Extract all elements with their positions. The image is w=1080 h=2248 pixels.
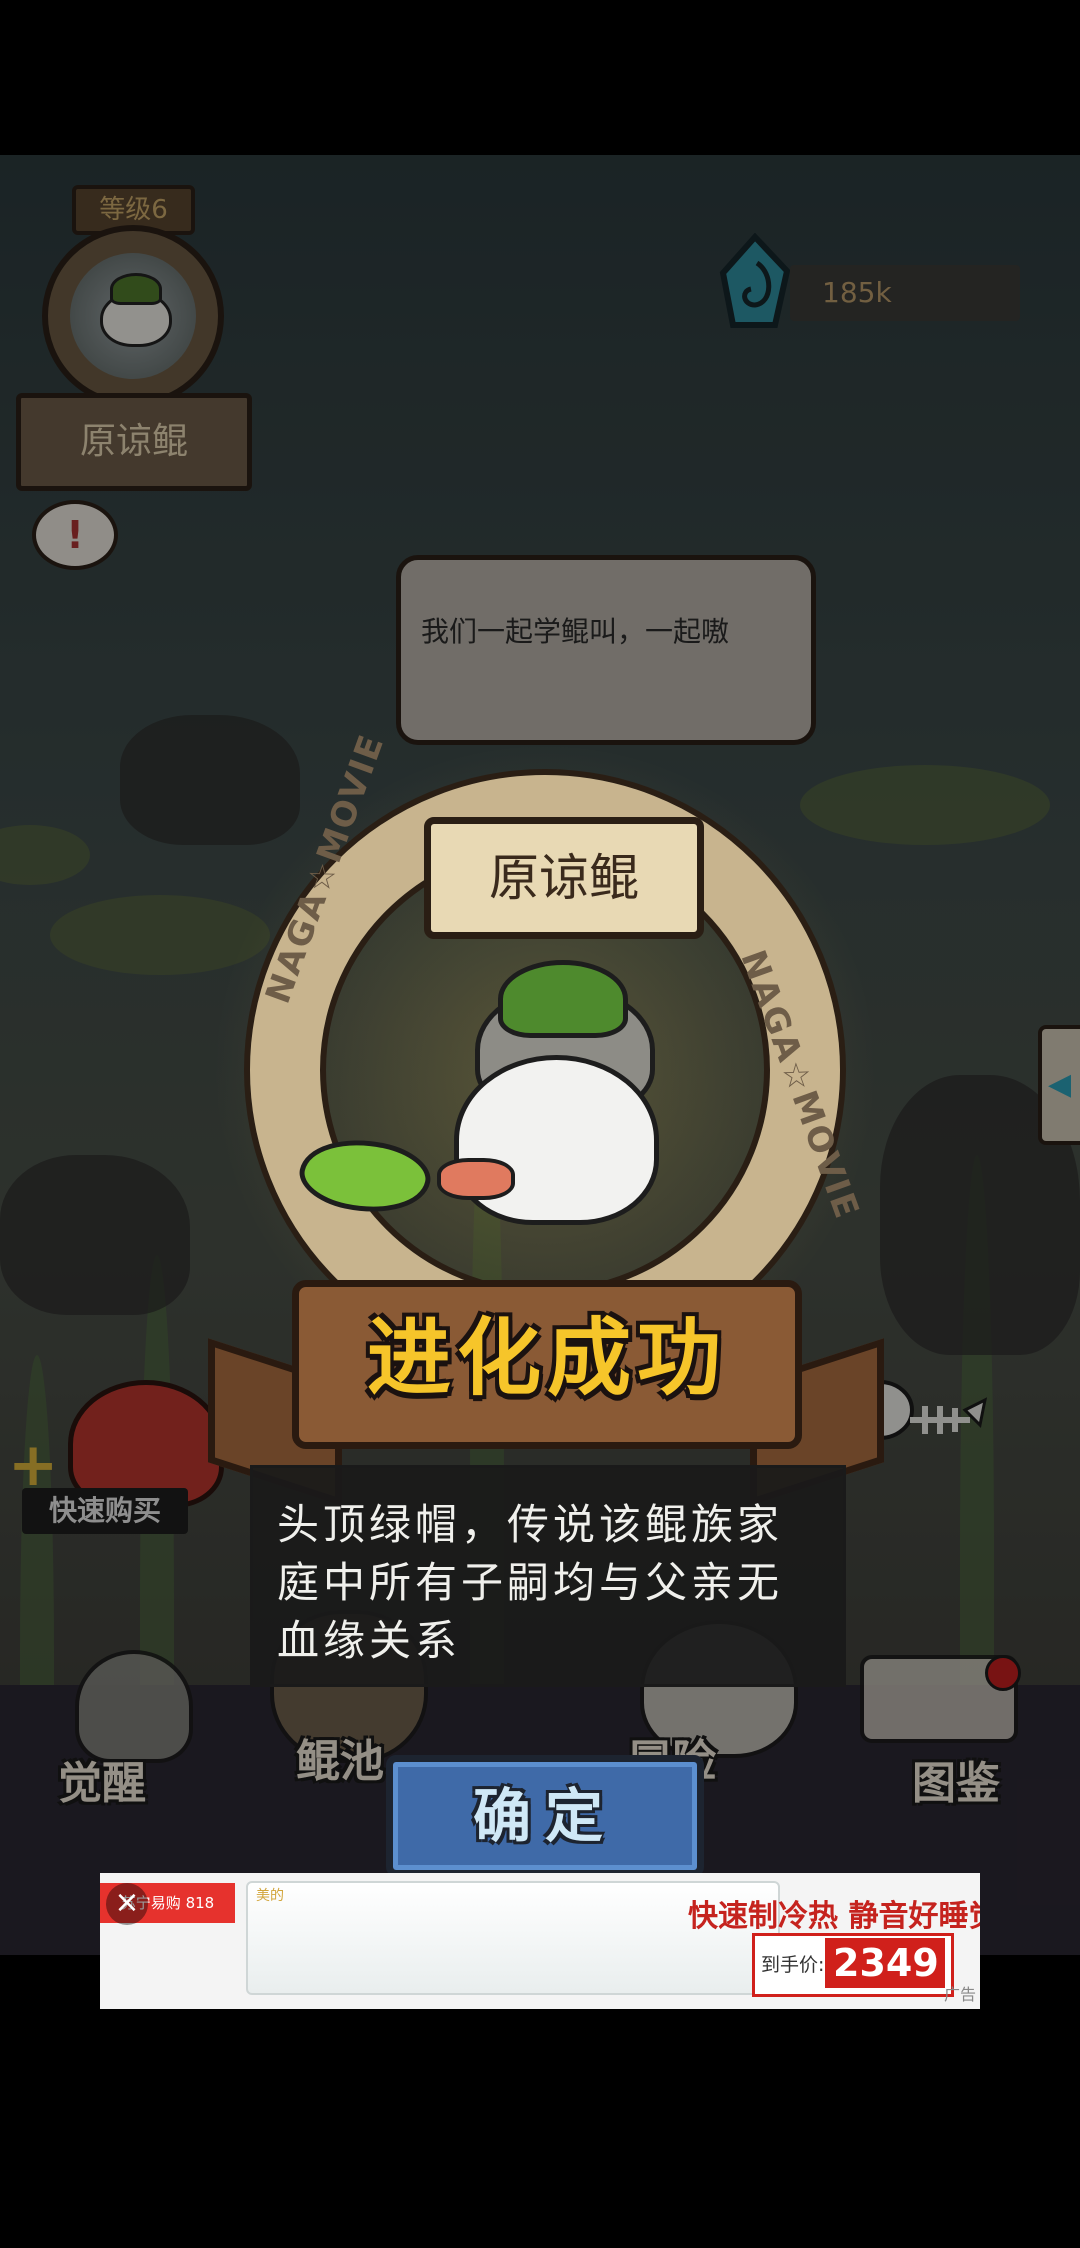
product-brand: 美的 xyxy=(256,1888,284,1904)
game-scene: 等级6 原谅鲲 ! 185k 我们一起学鲲叫，一起嗷 ◀ + 快速购买 觉醒 鲲… xyxy=(0,155,1080,1955)
green-hat-icon xyxy=(498,960,628,1038)
confirm-button[interactable]: 确定 xyxy=(386,1755,704,1877)
price-value: 2349 元起 xyxy=(825,1938,945,1988)
confirm-label: 确定 xyxy=(472,1782,617,1850)
price-number: 2349 xyxy=(833,1941,939,1985)
pet-mouth xyxy=(437,1158,515,1200)
pet-description: 头顶绿帽，传说该鲲族家庭中所有子嗣均与父亲无血缘关系 xyxy=(277,1500,784,1665)
evolved-pet-front xyxy=(437,1055,659,1225)
ad-headline: 快速制冷热 静音好睡觉 xyxy=(688,1899,980,1934)
ad-close-button[interactable]: × xyxy=(106,1883,148,1925)
evolution-success-title: 进化成功 xyxy=(366,1309,727,1407)
ad-tag: 广告 xyxy=(943,1985,976,2004)
price-label: 到手价: xyxy=(761,1954,825,1976)
description-box: 头顶绿帽，传说该鲲族家庭中所有子嗣均与父亲无血缘关系 xyxy=(250,1465,846,1687)
ad-banner[interactable]: 苏宁易购 818 × 美的 快速制冷热 静音好睡觉 到手价: 2349 元起 广… xyxy=(100,1873,980,2009)
dialog-pet-name: 原谅鲲 xyxy=(424,817,704,939)
price-box: 到手价: 2349 元起 xyxy=(752,1933,954,1997)
